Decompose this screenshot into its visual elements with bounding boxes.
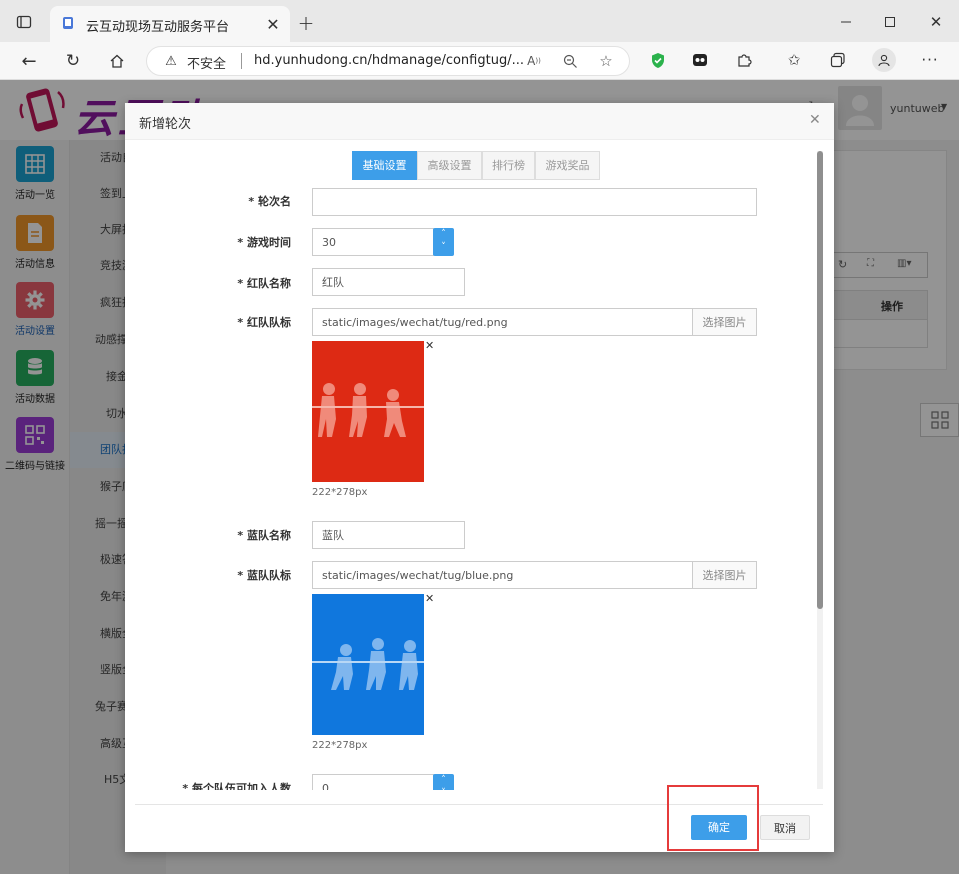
window-close-icon[interactable]: ✕	[926, 12, 946, 32]
browser-menu-icon[interactable]: ···	[920, 50, 940, 70]
url-bar[interactable]: ⚠ 不安全 hd.yunhudong.cn/hdmanage/configtug…	[146, 46, 630, 76]
tab-advanced-settings[interactable]: 高级设置	[417, 151, 482, 180]
stepper-down-icon[interactable]: ˅	[433, 787, 454, 790]
round-name-input[interactable]	[312, 188, 757, 216]
zoom-icon[interactable]	[561, 52, 579, 70]
modal-close-icon[interactable]: ✕	[809, 112, 821, 128]
favorites-icon[interactable]: ✩	[784, 50, 804, 70]
blue-logo-remove-icon[interactable]: ✕	[425, 592, 434, 605]
red-logo-remove-icon[interactable]: ✕	[425, 339, 434, 352]
security-label[interactable]: 不安全	[187, 53, 226, 72]
tab-leaderboard[interactable]: 排行榜	[482, 151, 535, 180]
blue-logo-size-caption: 222*278px	[312, 740, 368, 751]
modal-scrollbar-thumb[interactable]	[817, 151, 823, 609]
browser-tab[interactable]: 云互动现场互动服务平台 ✕	[50, 6, 290, 42]
blue-team-logo-image	[312, 594, 424, 735]
collections-icon[interactable]	[828, 50, 848, 70]
extension-app-icon[interactable]	[690, 50, 710, 70]
label-blue-team-logo: * 蓝队队标	[237, 569, 291, 582]
maximize-icon[interactable]	[880, 12, 900, 32]
warning-icon[interactable]: ⚠	[163, 53, 179, 69]
label-team-max: * 每个队伍可加入人数	[182, 782, 291, 790]
modal-title: 新增轮次	[139, 117, 192, 132]
refresh-icon[interactable]: ↻	[62, 50, 84, 72]
red-team-logo-image	[312, 341, 424, 482]
tab-actions-icon[interactable]	[14, 12, 34, 32]
team-max-input[interactable]: 0	[312, 774, 434, 790]
tab-close-icon[interactable]: ✕	[264, 15, 282, 34]
red-team-name-input[interactable]: 红队	[312, 268, 465, 296]
label-game-time: * 游戏时间	[237, 236, 291, 249]
tab-title: 云互动现场互动服务平台	[86, 20, 230, 35]
blue-logo-path-input[interactable]: static/images/wechat/tug/blue.png	[312, 561, 693, 589]
cancel-button[interactable]: 取消	[760, 815, 810, 840]
team-max-stepper[interactable]: ˄ ˅	[433, 774, 454, 790]
label-blue-team-name: * 蓝队名称	[237, 529, 291, 542]
add-round-modal: 新增轮次 ✕ 基础设置 高级设置 排行榜 游戏奖品 * 轮次名 * 游戏时间 3…	[125, 103, 834, 852]
url-divider	[241, 53, 242, 69]
extensions-puzzle-icon[interactable]	[734, 50, 754, 70]
tab-game-prizes[interactable]: 游戏奖品	[535, 151, 600, 180]
modal-header: 新增轮次 ✕	[125, 103, 834, 140]
new-tab-icon[interactable]: +	[296, 11, 316, 35]
shield-extension-icon[interactable]	[648, 50, 668, 70]
red-logo-path-input[interactable]: static/images/wechat/tug/red.png	[312, 308, 693, 336]
label-red-team-logo: * 红队队标	[237, 316, 291, 329]
label-red-team-name: * 红队名称	[237, 277, 291, 290]
profile-icon[interactable]	[872, 48, 896, 72]
red-logo-size-caption: 222*278px	[312, 487, 368, 498]
blue-pick-image-button[interactable]: 选择图片	[692, 561, 757, 589]
site-favicon-icon	[60, 15, 76, 31]
tab-basic-settings[interactable]: 基础设置	[352, 151, 417, 180]
url-text[interactable]: hd.yunhudong.cn/hdmanage/configtug/...	[254, 53, 524, 68]
read-aloud-icon[interactable]: A))	[525, 52, 543, 70]
label-round-name: * 轮次名	[248, 195, 291, 208]
back-icon[interactable]: ←	[18, 50, 40, 72]
stepper-up-icon[interactable]: ˄	[433, 774, 454, 787]
favorite-add-icon[interactable]: ☆	[597, 52, 615, 70]
confirm-button[interactable]: 确定	[691, 815, 747, 840]
game-time-input[interactable]: 30	[312, 228, 434, 256]
game-time-stepper[interactable]: ˄ ˅	[433, 228, 454, 256]
minimize-icon[interactable]	[836, 12, 856, 32]
home-icon[interactable]	[106, 50, 128, 72]
form-scroll-area: * 轮次名 * 游戏时间 30 ˄ ˅ * 红队名称 红队 * 红队队标 sta…	[125, 185, 834, 790]
stepper-up-icon[interactable]: ˄	[433, 228, 454, 241]
stepper-down-icon[interactable]: ˅	[433, 241, 454, 254]
blue-team-name-input[interactable]: 蓝队	[312, 521, 465, 549]
red-pick-image-button[interactable]: 选择图片	[692, 308, 757, 336]
